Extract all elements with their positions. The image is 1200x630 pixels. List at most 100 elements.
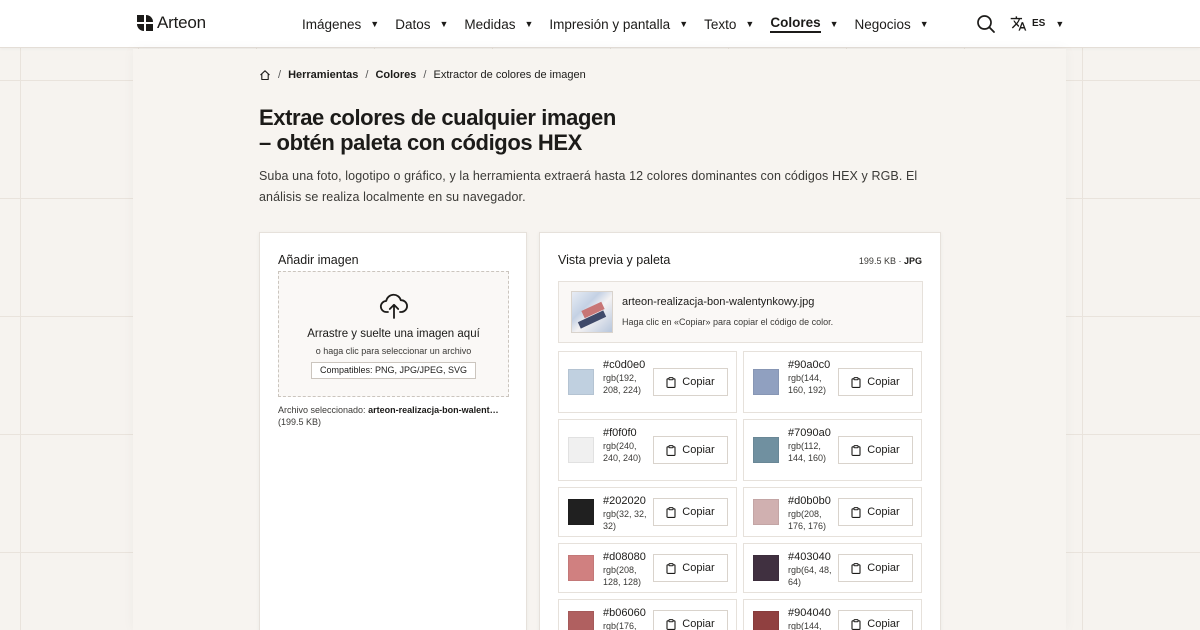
caret-down-icon: ▼ xyxy=(439,19,449,29)
nav-item-negocios[interactable]: Negocios ▼ xyxy=(855,0,929,48)
copy-color-button[interactable]: Copiar xyxy=(653,436,728,464)
nav-item-texto[interactable]: Texto ▼ xyxy=(704,0,754,48)
top-navigation: Arteon Imágenes ▼ Datos ▼ Medidas ▼ Impresi… xyxy=(0,0,1200,48)
color-swatch: #c0d0e0 rgb(192, 208, 224) Copiar xyxy=(558,351,737,413)
color-hex: #7090a0 xyxy=(788,427,831,439)
language-code: ES xyxy=(1032,18,1046,29)
nav-item-impresion[interactable]: Impresión y pantalla ▼ xyxy=(549,0,688,48)
clipboard-icon xyxy=(666,618,676,630)
nav-label: Texto xyxy=(704,16,737,32)
caret-down-icon: ▼ xyxy=(679,19,689,29)
nav-label: Medidas xyxy=(464,16,516,32)
copy-color-button[interactable]: Copiar xyxy=(653,368,728,396)
brand-name: Arteon xyxy=(157,13,206,32)
color-swatch: #d08080 rgb(208, 128, 128) Copiar xyxy=(558,543,737,593)
caret-down-icon: ▼ xyxy=(829,19,839,29)
preview-file-name: arteon-realizacja-bon-walentynkowy.jpg xyxy=(622,296,815,308)
nav-item-medidas[interactable]: Medidas ▼ xyxy=(464,0,533,48)
color-rgb: rgb(208, 128, 128) xyxy=(603,565,642,587)
copy-label: Copiar xyxy=(867,506,900,518)
color-swatch: #d0b0b0 rgb(208, 176, 176) Copiar xyxy=(743,487,922,537)
clipboard-icon xyxy=(851,562,861,574)
file-preview-card: arteon-realizacja-bon-walentynkowy.jpg H… xyxy=(558,281,923,343)
clipboard-icon xyxy=(666,506,676,518)
brand-logo[interactable]: Arteon xyxy=(137,13,206,33)
color-hex: #c0d0e0 xyxy=(603,359,646,371)
copy-hint: Haga clic en «Copiar» para copiar el cód… xyxy=(622,317,834,327)
copy-color-button[interactable]: Copiar xyxy=(838,498,913,526)
breadcrumb-separator: / xyxy=(365,69,369,81)
search-button[interactable] xyxy=(976,14,996,34)
image-dropzone[interactable]: Arrastre y suelte una imagen aquí o haga… xyxy=(278,271,509,397)
nav-item-imagenes[interactable]: Imágenes ▼ xyxy=(302,0,379,48)
color-swatch: #90a0c0 rgb(144, 160, 192) Copiar xyxy=(743,351,922,413)
page-title: Extrae colores de cualquier imagen – obt… xyxy=(259,105,759,155)
copy-label: Copiar xyxy=(682,444,715,456)
copy-label: Copiar xyxy=(867,444,900,456)
caret-down-icon: ▼ xyxy=(919,19,929,29)
main-nav: Imágenes ▼ Datos ▼ Medidas ▼ Impresión y pa… xyxy=(302,0,945,48)
copy-color-button[interactable]: Copiar xyxy=(653,610,728,630)
color-rgb: rgb(144, 64, 64) xyxy=(788,621,822,630)
main-content: / Herramientas / Colores / Extractor de … xyxy=(133,49,1066,630)
color-rgb: rgb(208, 176, 176) xyxy=(788,509,827,531)
color-chip xyxy=(753,555,779,581)
caret-down-icon: ▼ xyxy=(524,19,534,29)
color-rgb: rgb(144, 160, 192) xyxy=(788,373,827,395)
color-swatch: #f0f0f0 rgb(240, 240, 240) Copiar xyxy=(558,419,737,481)
language-selector[interactable]: ES ▼ xyxy=(1010,15,1064,32)
breadcrumb: / Herramientas / Colores / Extractor de … xyxy=(259,69,586,81)
copy-color-button[interactable]: Copiar xyxy=(653,554,728,582)
color-swatch: #904040 rgb(144, 64, 64) Copiar xyxy=(743,599,922,630)
nav-label: Colores xyxy=(770,15,821,33)
caret-down-icon: ▼ xyxy=(745,19,755,29)
color-rgb: rgb(64, 48, 64) xyxy=(788,565,832,587)
upload-panel-title: Añadir imagen xyxy=(278,253,359,267)
copy-color-button[interactable]: Copiar xyxy=(838,610,913,630)
breadcrumb-link-herramientas[interactable]: Herramientas xyxy=(288,69,358,81)
copy-color-button[interactable]: Copiar xyxy=(838,368,913,396)
nav-item-colores[interactable]: Colores ▼ xyxy=(770,0,839,48)
breadcrumb-link-colores[interactable]: Colores xyxy=(375,69,416,81)
page-description: Suba una foto, logotipo o gráfico, y la … xyxy=(259,169,918,204)
nav-label: Imágenes xyxy=(302,16,362,32)
nav-item-datos[interactable]: Datos ▼ xyxy=(395,0,448,48)
clipboard-icon xyxy=(851,506,861,518)
color-chip xyxy=(568,611,594,630)
selected-file-info: Archivo seleccionado: arteon-realizacja-… xyxy=(278,404,513,428)
translate-icon xyxy=(1010,16,1027,31)
copy-label: Copiar xyxy=(867,562,900,574)
file-format: JPG xyxy=(903,256,922,266)
color-hex: #b06060 xyxy=(603,607,646,619)
selected-file-name: arteon-realizacja-bon-walent… xyxy=(368,405,499,415)
color-rgb: rgb(112, 144, 160) xyxy=(788,441,827,463)
color-chip xyxy=(753,499,779,525)
color-swatch: #202020 rgb(32, 32, 32) Copiar xyxy=(558,487,737,537)
color-hex: #f0f0f0 xyxy=(603,427,637,439)
breadcrumb-separator: / xyxy=(278,69,282,81)
color-chip xyxy=(568,499,594,525)
copy-label: Copiar xyxy=(682,618,715,630)
color-rgb: rgb(240, 240, 240) xyxy=(603,441,642,463)
copy-label: Copiar xyxy=(682,376,715,388)
color-rgb: rgb(192, 208, 224) xyxy=(603,373,642,395)
copy-color-button[interactable]: Copiar xyxy=(838,436,913,464)
color-swatch: #b06060 rgb(176, 96, 96) Copiar xyxy=(558,599,737,630)
clipboard-icon xyxy=(666,444,676,456)
home-icon[interactable] xyxy=(259,69,271,81)
copy-label: Copiar xyxy=(867,376,900,388)
preview-panel-title: Vista previa y paleta xyxy=(558,253,671,267)
page-title-line2: – obtén paleta con códigos HEX xyxy=(259,130,582,155)
copy-label: Copiar xyxy=(682,562,715,574)
color-rgb: rgb(176, 96, 96) xyxy=(603,621,637,630)
caret-down-icon: ▼ xyxy=(1055,18,1065,29)
color-chip xyxy=(753,369,779,395)
file-size: 199.5 KB xyxy=(858,256,896,266)
nav-label: Negocios xyxy=(854,16,911,32)
breadcrumb-separator: / xyxy=(423,69,427,81)
copy-color-button[interactable]: Copiar xyxy=(838,554,913,582)
nav-label: Datos xyxy=(395,16,431,32)
copy-color-button[interactable]: Copiar xyxy=(653,498,728,526)
search-icon xyxy=(977,15,995,33)
preview-panel: Vista previa y paleta 199.5 KB · JPG art… xyxy=(539,232,941,630)
